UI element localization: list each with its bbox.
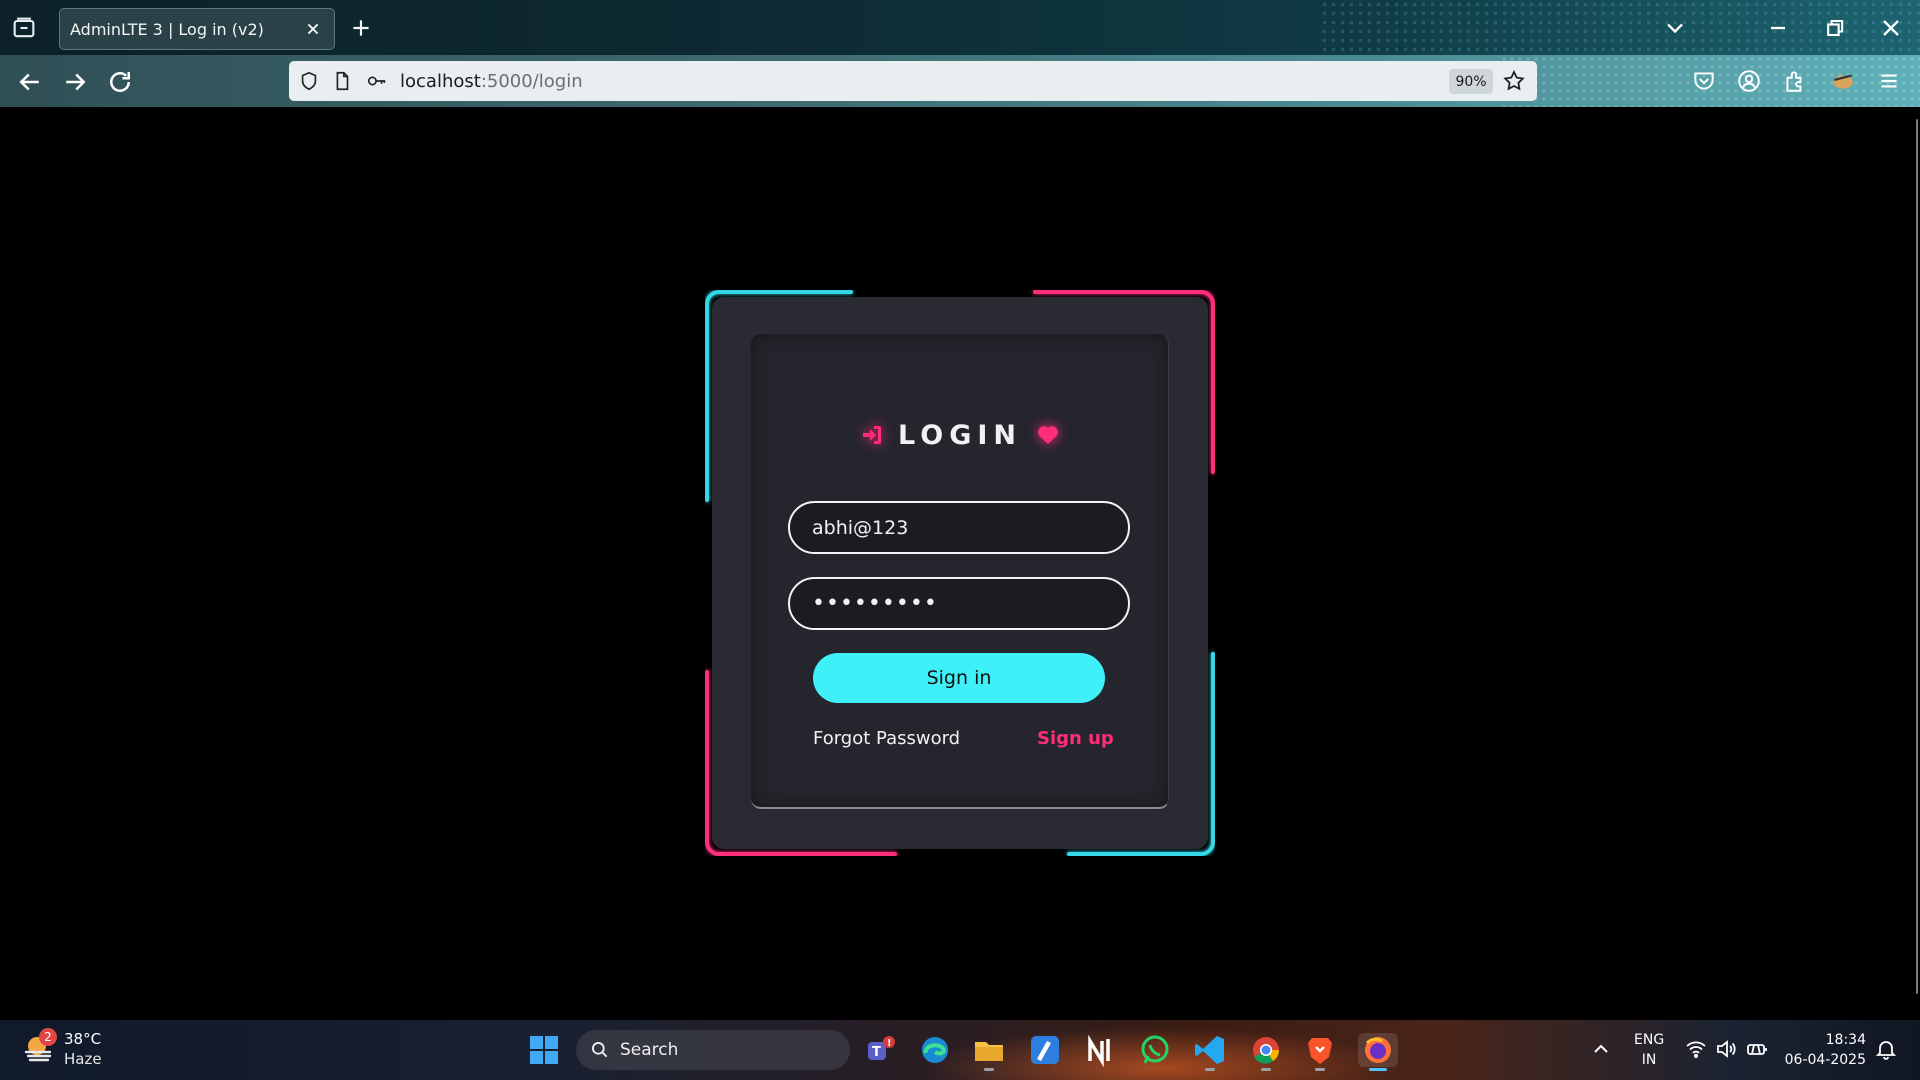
running-indicator bbox=[1205, 1068, 1215, 1071]
search-label: Search bbox=[620, 1040, 679, 1060]
list-all-tabs-icon[interactable] bbox=[1661, 14, 1689, 42]
system-clock[interactable]: 18:34 06-04-2025 bbox=[1776, 1030, 1866, 1070]
windows-start-icon[interactable] bbox=[528, 1034, 560, 1066]
svg-text:!: ! bbox=[887, 1038, 892, 1049]
password-input[interactable]: ••••••••• bbox=[788, 577, 1130, 630]
search-icon bbox=[592, 1042, 608, 1058]
heart-icon bbox=[1038, 426, 1058, 444]
forward-icon[interactable] bbox=[60, 67, 90, 97]
reload-icon[interactable] bbox=[105, 67, 135, 97]
windows-taskbar bbox=[0, 1020, 1920, 1080]
weather-condition[interactable]: Haze bbox=[64, 1050, 102, 1068]
back-icon[interactable] bbox=[15, 67, 45, 97]
new-tab-icon[interactable] bbox=[348, 15, 374, 41]
tab-title: AdminLTE 3 | Log in (v2) bbox=[70, 19, 264, 39]
brave-icon[interactable] bbox=[1303, 1033, 1337, 1071]
shield-icon[interactable] bbox=[298, 70, 320, 92]
close-window-icon[interactable] bbox=[1877, 14, 1905, 42]
login-title: LOGIN bbox=[898, 419, 1022, 451]
language-indicator[interactable]: ENG IN bbox=[1634, 1030, 1664, 1070]
url-host: localhost bbox=[400, 71, 481, 92]
wifi-icon[interactable] bbox=[1684, 1037, 1708, 1061]
restore-icon[interactable] bbox=[1820, 14, 1848, 42]
file-explorer-icon[interactable] bbox=[972, 1033, 1006, 1071]
pen-app-icon[interactable] bbox=[1028, 1033, 1062, 1067]
volume-icon[interactable] bbox=[1714, 1037, 1738, 1061]
key-icon[interactable] bbox=[366, 70, 388, 92]
running-indicator bbox=[1315, 1068, 1325, 1071]
firefox-icon[interactable] bbox=[1358, 1033, 1398, 1071]
region-code: IN bbox=[1641, 1052, 1657, 1068]
clock-time: 18:34 bbox=[1825, 1032, 1866, 1048]
sign-in-button[interactable]: Sign in bbox=[813, 653, 1105, 703]
profile-extension-icon[interactable] bbox=[1830, 68, 1856, 94]
svg-text:T: T bbox=[872, 1045, 881, 1060]
username-input[interactable]: abhi@123 bbox=[788, 501, 1130, 554]
battery-saver-icon[interactable] bbox=[1745, 1037, 1769, 1061]
notifications-icon[interactable] bbox=[1874, 1037, 1898, 1061]
bookmark-star-icon[interactable] bbox=[1502, 69, 1526, 93]
forgot-password-link[interactable]: Forgot Password bbox=[813, 728, 960, 749]
edge-icon[interactable] bbox=[918, 1033, 952, 1067]
address-bar[interactable]: localhost:5000/login 90% bbox=[289, 61, 1537, 101]
scrollbar-thumb[interactable] bbox=[1916, 119, 1918, 994]
menu-icon[interactable] bbox=[1876, 68, 1902, 94]
vscode-icon[interactable] bbox=[1193, 1033, 1227, 1071]
show-hidden-icons-chevron[interactable] bbox=[1589, 1037, 1613, 1061]
page-scrollbar[interactable] bbox=[1914, 107, 1920, 1020]
sign-in-icon bbox=[863, 426, 881, 444]
page-icon[interactable] bbox=[331, 70, 353, 92]
taskbar-search[interactable]: Search bbox=[576, 1030, 850, 1070]
sign-up-link[interactable]: Sign up bbox=[1037, 728, 1114, 749]
language-code: ENG bbox=[1634, 1032, 1665, 1048]
notion-icon[interactable] bbox=[1083, 1033, 1117, 1068]
weather-badge: 2 bbox=[39, 1028, 57, 1046]
url-path: :5000/login bbox=[480, 71, 583, 92]
clock-date: 06-04-2025 bbox=[1784, 1052, 1866, 1068]
chrome-icon[interactable] bbox=[1249, 1033, 1283, 1071]
pocket-icon[interactable] bbox=[1691, 68, 1717, 94]
login-heading: LOGIN bbox=[860, 415, 1060, 455]
zoom-indicator[interactable]: 90% bbox=[1449, 69, 1493, 94]
minimize-icon[interactable] bbox=[1764, 14, 1792, 42]
whatsapp-icon[interactable] bbox=[1138, 1033, 1172, 1067]
close-tab-icon[interactable] bbox=[302, 18, 324, 40]
account-icon[interactable] bbox=[1736, 68, 1762, 94]
running-indicator bbox=[984, 1068, 994, 1071]
weather-temperature[interactable]: 38°C bbox=[64, 1030, 101, 1048]
running-indicator bbox=[1369, 1068, 1387, 1071]
extensions-icon[interactable] bbox=[1782, 68, 1808, 94]
teams-icon[interactable]: T! bbox=[862, 1033, 896, 1067]
tab-list-icon[interactable] bbox=[10, 14, 38, 42]
url-text[interactable]: localhost:5000/login bbox=[400, 71, 583, 92]
browser-tab-active[interactable]: AdminLTE 3 | Log in (v2) bbox=[59, 8, 335, 50]
running-indicator bbox=[1261, 1068, 1271, 1071]
